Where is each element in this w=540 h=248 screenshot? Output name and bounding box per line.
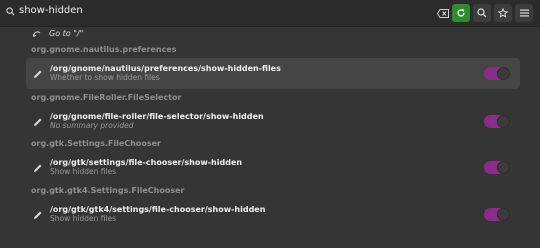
section-title: org.gtk.Settings.FileChooser	[31, 139, 161, 148]
pencil-icon	[34, 118, 42, 126]
section-title: org.gnome.FileRoller.FileSelector	[31, 93, 182, 102]
key-summary: Show hidden files	[50, 167, 117, 176]
hamburger-menu-icon	[519, 9, 529, 17]
toggle-switch[interactable]	[484, 208, 510, 221]
key-summary: Show hidden files	[50, 214, 117, 223]
key-row[interactable]: /org/gtk/gtk4/settings/file-chooser/show…	[26, 199, 520, 230]
search-icon	[6, 7, 15, 16]
toggle-switch[interactable]	[484, 115, 510, 128]
search-icon	[477, 8, 487, 18]
pencil-icon	[34, 211, 42, 219]
reload-button[interactable]	[452, 4, 470, 22]
key-row[interactable]: /org/gnome/file-roller/file-selector/sho…	[26, 106, 520, 137]
star-icon	[498, 8, 508, 18]
key-path: /org/gtk/settings/file-chooser/show-hidd…	[50, 158, 243, 167]
key-path: /org/gnome/file-roller/file-selector/sho…	[50, 112, 264, 121]
key-path: /org/gtk/gtk4/settings/file-chooser/show…	[50, 205, 266, 214]
find-button[interactable]	[473, 4, 491, 22]
backspace-icon	[437, 8, 449, 18]
section-title: org.gtk.gtk4.Settings.FileChooser	[31, 186, 185, 195]
reload-icon	[457, 9, 465, 17]
pencil-icon	[34, 70, 42, 78]
toggle-switch[interactable]	[484, 67, 510, 80]
pencil-icon	[34, 164, 42, 172]
key-summary: No summary provided	[50, 121, 134, 130]
search-input[interactable]: show-hidden	[19, 5, 83, 16]
key-path: /org/gnome/nautilus/preferences/show-hid…	[50, 64, 281, 73]
jump-arrow-icon	[32, 31, 41, 38]
bookmarks-button[interactable]	[494, 4, 512, 22]
clear-search-button[interactable]	[434, 4, 452, 22]
section-title: org.gnome.nautilus.preferences	[31, 45, 177, 54]
search-bar: show-hidden	[0, 0, 540, 27]
toggle-switch[interactable]	[484, 161, 510, 174]
key-row[interactable]: /org/gtk/settings/file-chooser/show-hidd…	[26, 152, 520, 183]
key-summary: Whether to show hidden files	[50, 73, 160, 82]
key-row[interactable]: /org/gnome/nautilus/preferences/show-hid…	[26, 58, 520, 89]
goto-label: Go to "/"	[49, 29, 84, 38]
main-menu-button[interactable]	[515, 4, 533, 22]
